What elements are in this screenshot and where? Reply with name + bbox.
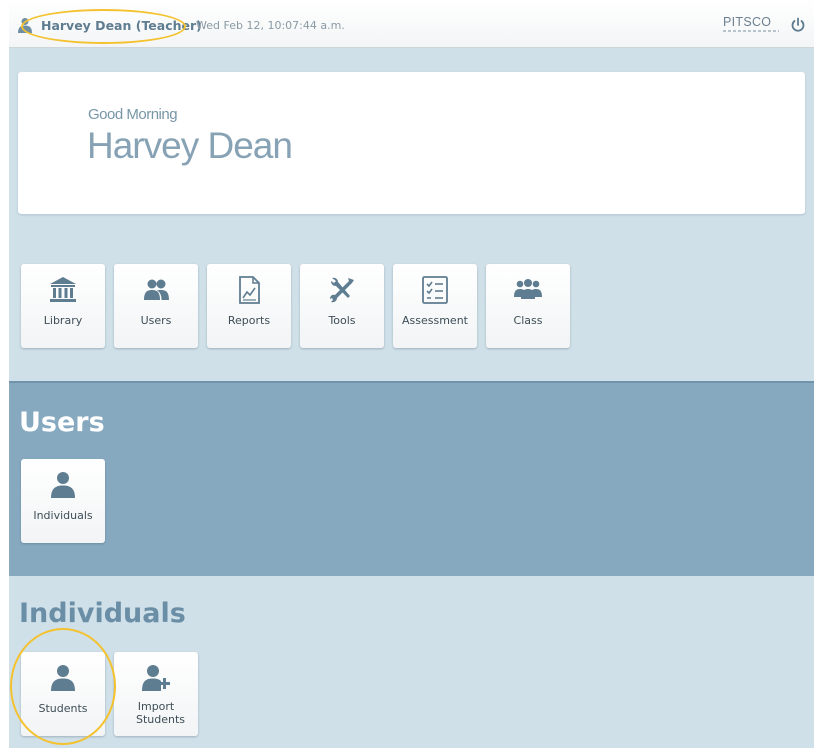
dashboard-area: Good Morning Harvey Dean Library Users R… xyxy=(9,48,814,382)
person-icon xyxy=(51,472,75,498)
power-icon[interactable] xyxy=(790,17,806,33)
tile-label: Users xyxy=(140,314,172,327)
class-icon xyxy=(514,279,542,299)
reports-icon xyxy=(239,276,260,304)
tile-label: Library xyxy=(43,314,83,327)
highlight-annotation-user xyxy=(21,9,186,44)
tile-label: Individuals xyxy=(33,509,93,522)
tile-users[interactable]: Users xyxy=(114,264,198,348)
tile-label: Class xyxy=(513,314,543,327)
pitsco-logo: PITSCO xyxy=(723,15,779,32)
brand-text: PITSCO xyxy=(723,15,772,29)
tools-icon xyxy=(330,277,354,303)
tile-label: Reports xyxy=(227,314,271,327)
assessment-icon xyxy=(422,276,448,304)
users-section: Users Individuals xyxy=(9,381,814,576)
section-title: Users xyxy=(19,407,105,438)
tile-individuals[interactable]: Individuals xyxy=(21,459,105,543)
add-person-icon xyxy=(142,665,170,691)
current-datetime: Wed Feb 12, 10:07:44 a.m. xyxy=(196,19,345,32)
tile-import-students[interactable]: Import Students xyxy=(114,652,198,736)
tile-label: Tools xyxy=(328,314,356,327)
tile-reports[interactable]: Reports xyxy=(207,264,291,348)
tile-class[interactable]: Class xyxy=(486,264,570,348)
tile-tools[interactable]: Tools xyxy=(300,264,384,348)
highlight-annotation-students xyxy=(10,628,116,745)
tile-assessment[interactable]: Assessment xyxy=(393,264,477,348)
section-title: Individuals xyxy=(19,598,186,629)
tile-label: Assessment xyxy=(402,314,468,327)
greeting-card: Good Morning Harvey Dean xyxy=(18,72,805,214)
greeting-user-name: Harvey Dean xyxy=(87,125,293,166)
tile-library[interactable]: Library xyxy=(21,264,105,348)
individuals-section: Individuals Students Import Students xyxy=(9,576,814,748)
library-icon xyxy=(50,277,76,302)
users-icon xyxy=(144,279,169,300)
greeting-salutation: Good Morning xyxy=(88,106,178,123)
tile-label: Import Students xyxy=(136,700,186,726)
